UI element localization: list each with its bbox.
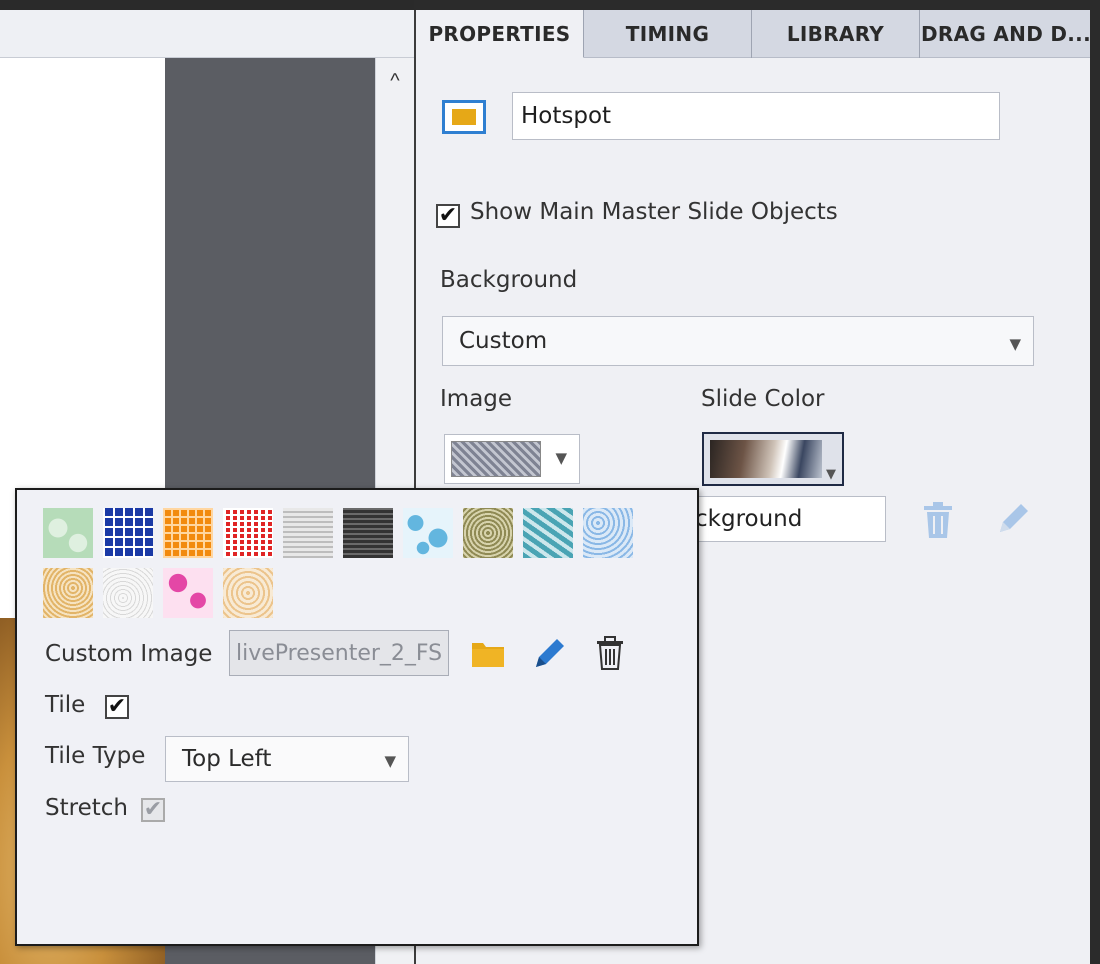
image-label: Image [440, 386, 513, 412]
tab-drag-and-drop[interactable]: DRAG AND D... [920, 10, 1092, 58]
tab-library[interactable]: LIBRARY [752, 10, 920, 58]
texture-swatch[interactable] [343, 508, 393, 558]
tile-type-select[interactable]: Top Left ▼ [165, 736, 409, 782]
background-name-input[interactable] [686, 496, 886, 542]
show-master-objects-label: Show Main Master Slide Objects [470, 199, 838, 225]
background-selected-value: Custom [459, 328, 548, 354]
chevron-down-icon: ▼ [384, 752, 396, 770]
background-select[interactable]: Custom ▼ [442, 316, 1034, 366]
show-master-objects-checkbox[interactable]: ✔ [436, 204, 460, 228]
texture-swatch[interactable] [103, 508, 153, 558]
scroll-up-button[interactable]: ^ [376, 66, 414, 96]
slide-color-picker-button[interactable]: ▼ [702, 432, 844, 486]
chevron-down-icon: ▼ [555, 449, 567, 467]
stretch-checkbox[interactable]: ✔ [141, 798, 165, 822]
texture-swatch[interactable] [223, 568, 273, 618]
chevron-down-icon: ▼ [826, 467, 836, 482]
panel-top-strip [414, 0, 1100, 10]
image-picker-button[interactable]: ▼ [444, 434, 580, 484]
custom-image-label: Custom Image [45, 641, 213, 667]
hotspot-icon [442, 100, 486, 134]
tile-checkbox[interactable]: ✔ [105, 695, 129, 719]
window-top-strip [0, 0, 414, 10]
folder-icon[interactable] [471, 638, 505, 668]
texture-swatch[interactable] [43, 508, 93, 558]
stretch-label: Stretch [45, 795, 128, 821]
tile-type-label: Tile Type [45, 743, 146, 769]
trash-icon[interactable] [595, 636, 625, 670]
texture-swatch[interactable] [403, 508, 453, 558]
pencil-icon[interactable] [994, 498, 1034, 538]
texture-swatch[interactable] [163, 508, 213, 558]
texture-swatch-grid [43, 508, 663, 618]
texture-swatch[interactable] [523, 508, 573, 558]
texture-swatch[interactable] [223, 508, 273, 558]
tile-type-value: Top Left [182, 746, 272, 772]
window-right-edge [1090, 0, 1100, 964]
texture-swatch[interactable] [103, 568, 153, 618]
texture-swatch[interactable] [463, 508, 513, 558]
tile-label: Tile [45, 692, 86, 718]
object-name-input[interactable] [512, 92, 1000, 140]
panel-tabs: PROPERTIES TIMING LIBRARY DRAG AND D... [416, 10, 1092, 58]
tab-timing[interactable]: TIMING [584, 10, 752, 58]
tab-properties[interactable]: PROPERTIES [416, 10, 584, 58]
custom-image-path-input[interactable] [229, 630, 449, 676]
stage-toolbar [0, 10, 414, 58]
texture-swatch[interactable] [283, 508, 333, 558]
texture-swatch[interactable] [43, 568, 93, 618]
texture-swatch[interactable] [583, 508, 633, 558]
trash-icon[interactable] [920, 500, 956, 540]
chevron-down-icon: ▼ [1009, 335, 1021, 353]
image-picker-popup: Custom Image Tile ✔ Tile Type Top Left ▼… [15, 488, 699, 946]
background-label: Background [440, 267, 578, 293]
slide-color-label: Slide Color [701, 386, 825, 412]
pencil-icon[interactable] [531, 634, 569, 672]
slide-color-thumbnail [710, 440, 822, 478]
image-swatch-preview [451, 441, 541, 477]
texture-swatch[interactable] [163, 568, 213, 618]
